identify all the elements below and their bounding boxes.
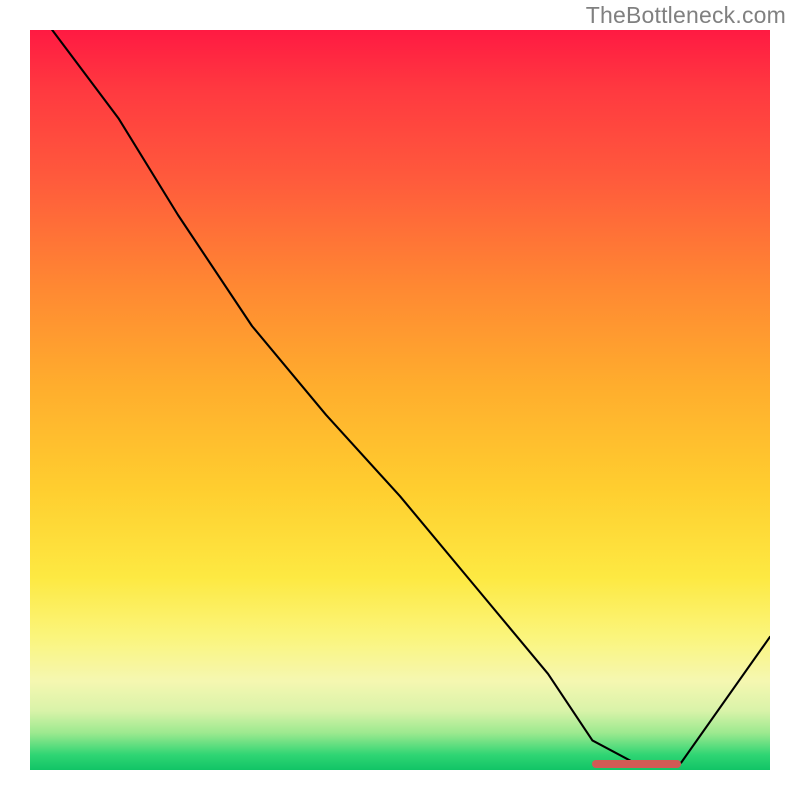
chart-stage: TheBottleneck.com	[0, 0, 800, 800]
watermark-text: TheBottleneck.com	[586, 2, 786, 29]
plot-area	[30, 30, 770, 770]
chart-svg	[30, 30, 770, 770]
curve-line	[52, 30, 770, 764]
highlight-marker	[592, 760, 681, 768]
